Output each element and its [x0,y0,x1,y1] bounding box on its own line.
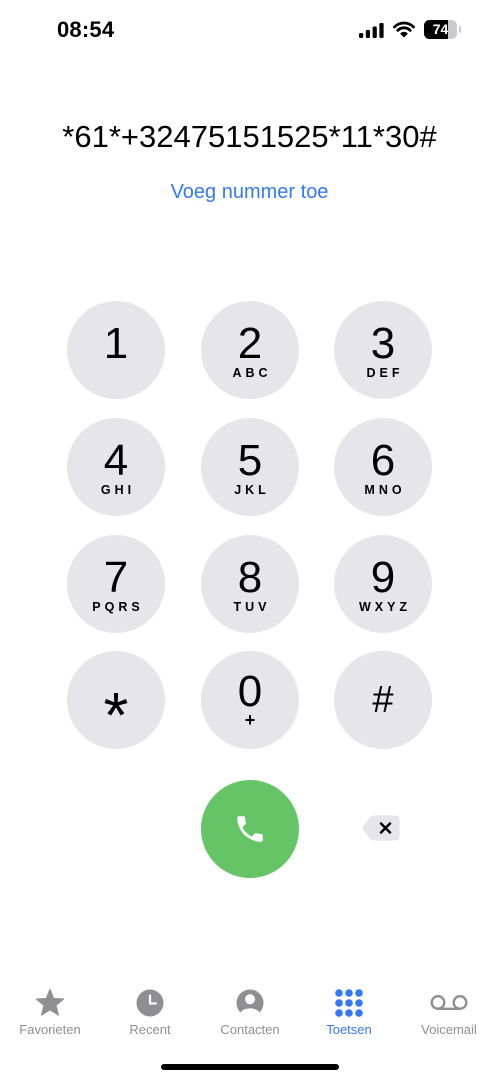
key-letters: PQRS [92,600,144,614]
key-digit: 9 [370,553,396,602]
key-digit: 3 [370,319,396,368]
key-letters: + [244,710,256,730]
star-icon [35,988,65,1016]
key-digit: 8 [237,553,263,602]
key-1[interactable]: 1 [67,301,165,399]
key-digit: # [372,679,394,721]
tab-voicemail[interactable]: Voicemail [399,984,499,1046]
key-digit: 5 [237,436,263,485]
tab-label: Toetsen [326,1022,372,1037]
key-letters: TUV [233,600,271,614]
key-digit: 4 [103,436,129,485]
key-0[interactable]: 0 + [201,651,299,749]
call-button[interactable] [201,780,299,878]
dialed-number: *61*+32475151525*11*30# [62,119,437,154]
key-star[interactable]: * [67,651,165,749]
tab-favorieten[interactable]: Favorieten [0,984,100,1046]
battery-icon: 74 [424,20,462,39]
voicemail-icon [430,994,468,1011]
tab-recent[interactable]: Recent [100,984,200,1046]
battery-nub [458,26,461,33]
key-digit: 0 [237,667,263,716]
key-digit: 2 [237,319,263,368]
status-time: 08:54 [57,17,115,42]
home-indicator[interactable] [161,1064,339,1070]
key-8[interactable]: 8 TUV [201,535,299,633]
keypad-icon [335,989,363,1017]
key-letters: DEF [366,366,404,380]
key-digit: 7 [103,553,129,602]
key-letters: WXYZ [358,600,412,614]
key-digit: 6 [370,436,396,485]
key-letters: JKL [234,483,270,497]
delete-backspace-icon[interactable] [361,814,401,842]
person-circle-icon [236,989,264,1017]
key-5[interactable]: 5 JKL [201,418,299,516]
wifi-icon [393,21,415,38]
key-7[interactable]: 7 PQRS [67,535,165,633]
key-4[interactable]: 4 GHI [67,418,165,516]
key-2[interactable]: 2 ABC [201,301,299,399]
tab-label: Voicemail [421,1022,477,1037]
key-letters: MNO [364,483,406,497]
key-3[interactable]: 3 DEF [334,301,432,399]
tab-label: Contacten [220,1022,280,1037]
cellular-signal-icon [359,23,384,38]
key-digit: 1 [103,319,129,368]
tab-label: Favorieten [19,1022,81,1037]
battery-body: 74 [424,20,457,39]
battery-percent: 74 [432,21,449,37]
key-9[interactable]: 9 WXYZ [334,535,432,633]
tab-contacten[interactable]: Contacten [200,984,300,1046]
clock-icon [136,989,164,1017]
key-6[interactable]: 6 MNO [334,418,432,516]
key-letters: ABC [232,366,272,380]
tab-toetsen[interactable]: Toetsen [299,984,399,1046]
phone-icon [237,816,263,842]
key-letters: GHI [100,483,136,497]
add-number-link[interactable]: Voeg nummer toe [0,179,499,205]
key-digit: * [103,679,129,751]
tab-label: Recent [129,1022,171,1037]
key-hash[interactable]: # [334,651,432,749]
